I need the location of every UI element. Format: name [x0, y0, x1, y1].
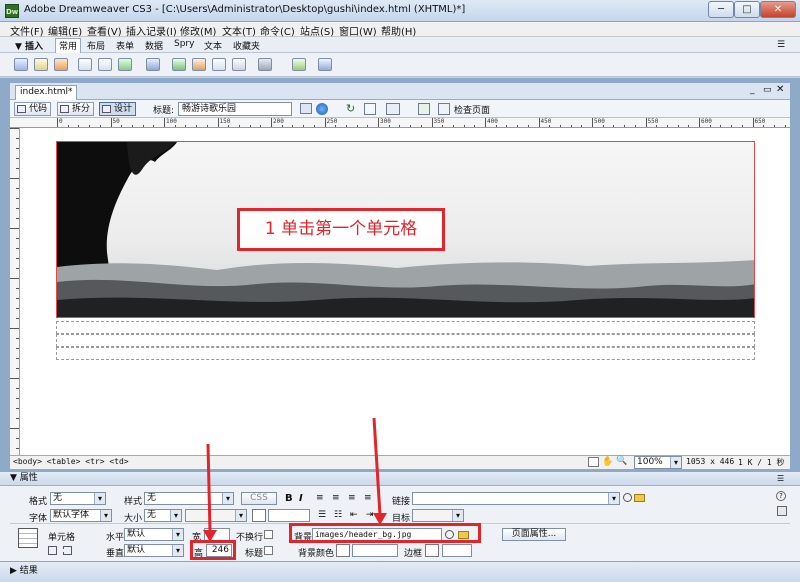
results-panel-bar[interactable]: ▶ 结果 — [0, 561, 800, 582]
background-arrow — [372, 417, 382, 516]
height-arrow-head — [203, 530, 217, 542]
background-arrow-head — [373, 513, 387, 525]
annotation-arrows — [203, 417, 387, 542]
height-arrow — [206, 443, 212, 533]
